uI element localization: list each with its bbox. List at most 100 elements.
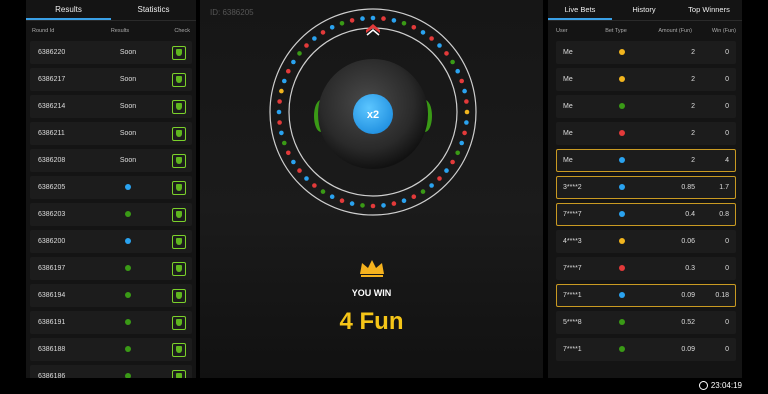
bet-type-cell (607, 157, 637, 164)
wheel-slot-dot (312, 183, 317, 188)
red-dot-icon (619, 265, 625, 272)
result-value (96, 238, 160, 245)
blue-dot-icon (619, 292, 625, 299)
amount-cell: 0.52 (681, 319, 695, 326)
tab-top-winners[interactable]: Top Winners (676, 0, 742, 20)
shield-check-icon[interactable] (172, 234, 186, 249)
amount-cell: 0.09 (681, 292, 695, 299)
wheel-slot-dot (277, 120, 282, 125)
wheel-slot-dot (462, 130, 467, 136)
wheel-slot-dot (329, 194, 335, 199)
shield-check-icon[interactable] (172, 126, 186, 141)
green-dot-icon (125, 292, 131, 299)
tab-history[interactable]: History (612, 0, 676, 20)
tab-statistics[interactable]: Statistics (111, 0, 196, 20)
amount-cell: 2 (691, 76, 695, 83)
wheel-slot-dot (277, 99, 282, 104)
wheel-slot-dot (464, 99, 469, 104)
user-cell: 7****7 (563, 211, 582, 218)
result-value: Soon (119, 49, 137, 56)
bet-type-cell (607, 76, 637, 83)
win-cell: 0 (725, 265, 729, 272)
wheel-slot-dot (339, 198, 345, 203)
user-cell: 3****2 (563, 184, 582, 191)
bets-list: Me 2 0 Me 2 0 Me 2 0 Me 2 0 Me 2 4 3****2 0.85 1.7 7****7 0… (548, 41, 742, 361)
win-cell: 0 (725, 319, 729, 326)
bet-row: Me 2 0 (556, 68, 736, 91)
wheel-slot-dot (462, 88, 467, 94)
header-results: Results (110, 28, 130, 34)
amount-cell: 0.3 (685, 265, 695, 272)
result-row: 6386208 Soon (30, 149, 192, 172)
amount-cell: 2 (691, 157, 695, 164)
wheel-slot-dot (437, 176, 442, 181)
shield-check-icon[interactable] (172, 180, 186, 195)
shield-check-icon[interactable] (172, 72, 186, 87)
wheel-slot-dot (391, 18, 397, 23)
check-cell (160, 315, 192, 330)
wheel-slot-dot (459, 78, 465, 84)
clock: 23:04:19 (698, 381, 742, 390)
bet-row: 7****7 0.4 0.8 (556, 203, 736, 226)
bet-type-cell (607, 238, 637, 245)
result-value (96, 265, 160, 272)
game-area: ID: 6386205 x2 YOU WIN 4 Fun (200, 0, 543, 378)
shield-check-icon[interactable] (172, 261, 186, 276)
amount-cell: 0.06 (681, 238, 695, 245)
yellow-dot-icon (619, 76, 625, 83)
amount-cell: 0.4 (685, 211, 695, 218)
green-dot-icon (125, 346, 131, 353)
result-value: Soon (119, 130, 137, 137)
wheel-slot-dot (381, 203, 386, 208)
round-id: 6386205 (38, 184, 66, 191)
wheel-slot-dot (391, 201, 397, 206)
result-row: 6386186 (30, 365, 192, 378)
result-row: 6386214 Soon (30, 95, 192, 118)
round-id: 6386217 (38, 76, 66, 83)
bet-type-cell (607, 319, 637, 326)
shield-check-icon[interactable] (172, 288, 186, 303)
wheel-slot-dot (401, 21, 407, 26)
round-id: 6386191 (38, 319, 66, 326)
results-panel: Results Statistics Round Id Results Chec… (26, 0, 196, 378)
wheel-slot-dot (455, 68, 460, 74)
shield-check-icon[interactable] (172, 153, 186, 168)
win-cell: 0 (725, 76, 729, 83)
check-cell (160, 45, 192, 60)
wheel-slot-dot (279, 88, 284, 94)
result-value: Soon (119, 76, 137, 83)
wheel-slot-dot (360, 203, 365, 208)
user-cell: Me (563, 130, 573, 137)
shield-check-icon[interactable] (172, 315, 186, 330)
shield-check-icon[interactable] (172, 45, 186, 60)
shield-check-icon[interactable] (172, 369, 186, 378)
win-cell: 0 (725, 130, 729, 137)
tab-live-bets[interactable]: Live Bets (548, 0, 612, 20)
bet-row: 3****2 0.85 1.7 (556, 176, 736, 199)
tab-results[interactable]: Results (26, 0, 111, 20)
wheel-slot-dot (370, 203, 376, 209)
win-cell: 0 (725, 103, 729, 110)
result-row: 6386205 (30, 176, 192, 199)
amount-cell: 0.09 (681, 346, 695, 353)
round-id: 6386188 (38, 346, 66, 353)
check-cell (160, 207, 192, 222)
win-cell: 4 (725, 157, 729, 164)
check-cell (160, 342, 192, 357)
user-cell: 7****7 (563, 265, 582, 272)
result-row: 6386191 (30, 311, 192, 334)
blue-dot-icon (619, 184, 625, 191)
wheel-slot-dot (370, 15, 376, 21)
user-cell: 5****8 (563, 319, 582, 326)
win-cell: 0 (725, 238, 729, 245)
wheel-slot-dot (279, 130, 284, 136)
green-dot-icon (125, 319, 131, 326)
green-dot-icon (125, 211, 131, 218)
win-cell: 0 (725, 346, 729, 353)
shield-check-icon[interactable] (172, 99, 186, 114)
clock-time: 23:04:19 (710, 381, 742, 390)
check-cell (160, 261, 192, 276)
shield-check-icon[interactable] (172, 342, 186, 357)
shield-check-icon[interactable] (172, 207, 186, 222)
result-row: 6386211 Soon (30, 122, 192, 145)
